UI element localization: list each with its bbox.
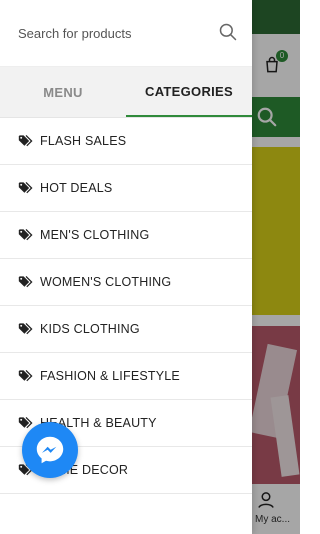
tab-menu[interactable]: MENU (0, 67, 126, 117)
category-item-kids-clothing[interactable]: KIDS CLOTHING (0, 306, 252, 353)
tab-categories[interactable]: CATEGORIES (126, 67, 252, 117)
category-item-flash-sales[interactable]: FLASH SALES (0, 118, 252, 165)
tag-icon (18, 322, 33, 335)
tag-icon (18, 134, 33, 147)
drawer-search-bar (0, 0, 252, 67)
tag-icon (18, 181, 33, 194)
messenger-chat-button[interactable] (22, 422, 78, 478)
category-label: MEN'S CLOTHING (40, 228, 150, 242)
category-label: WOMEN'S CLOTHING (40, 275, 172, 289)
tag-icon (18, 369, 33, 382)
category-label: FASHION & LIFESTYLE (40, 369, 180, 383)
search-input[interactable] (18, 22, 208, 44)
category-label: KIDS CLOTHING (40, 322, 140, 336)
messenger-icon (36, 436, 64, 464)
drawer-tabs: MENU CATEGORIES (0, 67, 252, 118)
category-label: HOT DEALS (40, 181, 113, 195)
category-item-hot-deals[interactable]: HOT DEALS (0, 165, 252, 212)
search-icon[interactable] (218, 22, 238, 42)
tag-icon (18, 275, 33, 288)
category-item-mens-clothing[interactable]: MEN'S CLOTHING (0, 212, 252, 259)
category-label: FLASH SALES (40, 134, 127, 148)
category-item-womens-clothing[interactable]: WOMEN'S CLOTHING (0, 259, 252, 306)
tag-icon (18, 228, 33, 241)
category-item-fashion-lifestyle[interactable]: FASHION & LIFESTYLE (0, 353, 252, 400)
